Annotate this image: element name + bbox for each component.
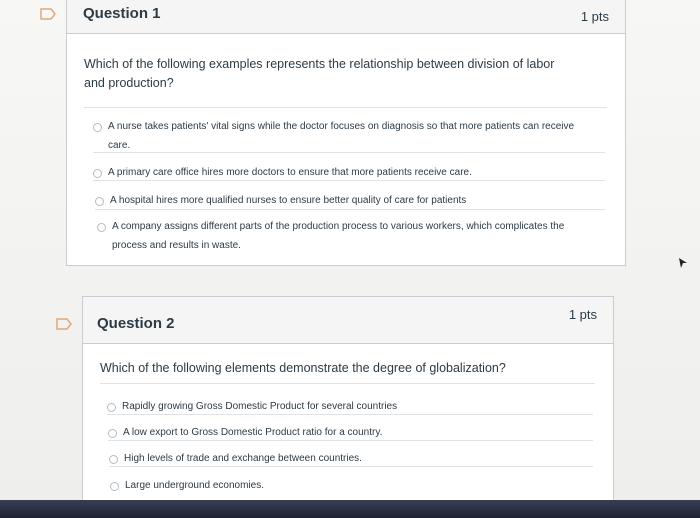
- flag-question-2-icon[interactable]: [56, 318, 72, 330]
- answer-text: A company assigns different parts of the…: [112, 221, 565, 251]
- question-1-points: 1 pts: [580, 9, 609, 24]
- answer-divider: [107, 414, 593, 415]
- radio-button[interactable]: [97, 223, 106, 232]
- radio-button[interactable]: [109, 455, 118, 464]
- answer-text: A nurse takes patients' vital signs whil…: [108, 121, 575, 151]
- question-1-answer-3[interactable]: A hospital hires more qualified nurses t…: [95, 195, 595, 210]
- mouse-pointer-icon: [679, 255, 687, 268]
- answer-text: Large underground economies.: [125, 480, 264, 491]
- question-2-points: 1 pts: [568, 307, 597, 322]
- flag-question-1-icon[interactable]: [40, 8, 56, 20]
- question-1-answer-4[interactable]: A company assigns different parts of the…: [97, 221, 567, 255]
- question-2-text: Which of the following elements demonstr…: [100, 361, 506, 375]
- radio-button[interactable]: [95, 197, 104, 206]
- question-2-answer-4[interactable]: Large underground economies.: [110, 480, 590, 495]
- question-1-divider: [84, 107, 607, 108]
- radio-button[interactable]: [107, 403, 116, 412]
- radio-button[interactable]: [108, 429, 117, 438]
- bottom-bezel: [0, 500, 700, 518]
- question-2-card: Question 2 1 pts Which of the following …: [82, 296, 614, 508]
- answer-divider: [95, 209, 605, 210]
- radio-button[interactable]: [93, 169, 102, 178]
- question-1-title: Question 1: [83, 5, 161, 22]
- answer-divider: [93, 180, 605, 181]
- question-1-card: Question 1 1 pts Which of the following …: [66, 0, 626, 266]
- question-2-divider: [100, 383, 595, 384]
- answer-divider: [109, 466, 593, 467]
- question-1-answer-1[interactable]: A nurse takes patients' vital signs whil…: [93, 121, 593, 155]
- answer-divider: [108, 440, 593, 441]
- radio-button[interactable]: [110, 482, 119, 491]
- radio-button[interactable]: [93, 123, 102, 132]
- question-2-title: Question 2: [97, 315, 175, 332]
- answer-divider: [93, 152, 605, 153]
- question-1-text: Which of the following examples represen…: [84, 57, 555, 90]
- answer-text: A hospital hires more qualified nurses t…: [110, 195, 467, 206]
